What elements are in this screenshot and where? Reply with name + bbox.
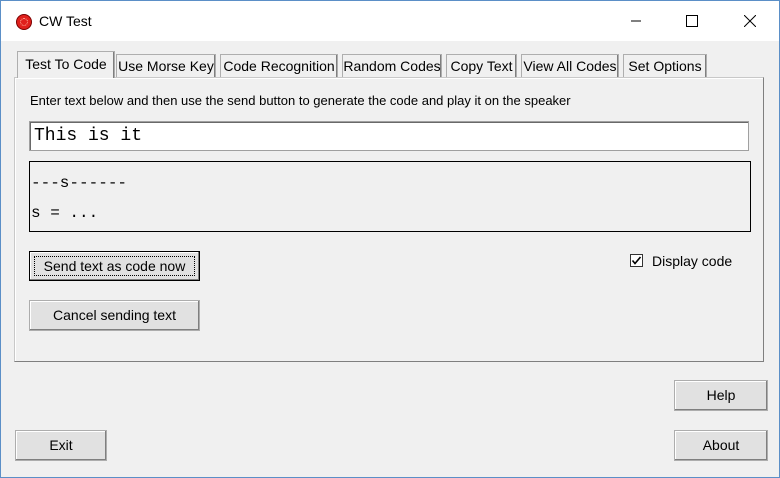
code-line: s = ... — [31, 204, 99, 222]
cancel-sending-button[interactable]: Cancel sending text — [29, 300, 200, 331]
maximize-button[interactable] — [663, 1, 721, 41]
tab-random-codes[interactable]: Random Codes — [342, 54, 442, 77]
tab-use-morse-key[interactable]: Use Morse Key — [116, 54, 216, 77]
close-icon — [744, 15, 756, 27]
close-button[interactable] — [721, 1, 779, 41]
minimize-icon — [631, 20, 641, 22]
display-code-checkbox[interactable] — [630, 254, 643, 267]
minimize-button[interactable] — [607, 1, 665, 41]
window-title: CW Test — [39, 13, 92, 29]
tab-code-recognition[interactable]: Code Recognition — [220, 54, 338, 77]
app-window: CW Test Test To Code Use Morse Key Code … — [0, 0, 780, 478]
maximize-icon — [686, 15, 698, 27]
title-bar[interactable]: CW Test — [1, 1, 779, 41]
display-code-label[interactable]: Display code — [652, 253, 732, 269]
about-button[interactable]: About — [674, 430, 768, 461]
tab-test-to-code[interactable]: Test To Code — [17, 51, 115, 78]
text-input[interactable]: This is it — [29, 121, 749, 151]
app-icon — [16, 14, 32, 30]
code-display: ---s------ s = ... — [29, 161, 751, 232]
code-line: ---s------ — [31, 174, 128, 192]
tab-set-options[interactable]: Set Options — [623, 54, 707, 77]
help-button[interactable]: Help — [674, 380, 768, 411]
tab-copy-text[interactable]: Copy Text — [446, 54, 517, 77]
exit-button[interactable]: Exit — [15, 430, 107, 461]
tab-view-all-codes[interactable]: View All Codes — [521, 54, 619, 77]
checkmark-icon — [631, 256, 642, 265]
instruction-text: Enter text below and then use the send b… — [30, 93, 571, 108]
send-text-label: Send text as code now — [34, 256, 195, 276]
send-text-button[interactable]: Send text as code now — [29, 251, 200, 281]
